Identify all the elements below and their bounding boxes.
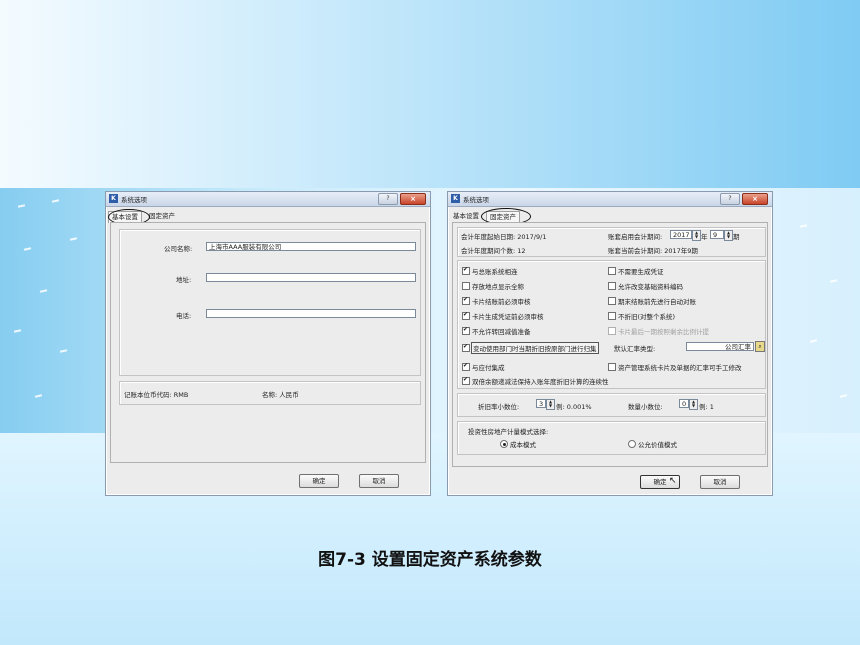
currency-name-label: 名称: 人民币: [262, 391, 299, 399]
checkbox-double-declining[interactable]: [462, 377, 470, 385]
phone-input[interactable]: [206, 309, 416, 318]
option-label: 期末结账前先进行自动对账: [618, 298, 696, 306]
left-titlebar: K 系统选项 ? ×: [106, 192, 430, 207]
checkbox-location-fullname[interactable]: [462, 282, 470, 290]
radio-fair-value-mode[interactable]: [628, 440, 636, 448]
cancel-button[interactable]: 取消: [359, 474, 399, 488]
year-unit: 年: [701, 233, 708, 241]
qty-example: 例: 1: [699, 403, 714, 411]
option-label: 允许改变基础资料编码: [618, 283, 683, 291]
company-name-label: 公司名称:: [164, 245, 193, 253]
company-info-group: 公司名称: 上海市AAA服装有限公司 地址: 电话:: [119, 229, 421, 376]
company-name-input[interactable]: 上海市AAA服装有限公司: [206, 242, 416, 251]
help-button[interactable]: ?: [720, 193, 740, 205]
option-label: 不折旧(对整个系统): [618, 313, 676, 321]
option-label: 与总账系统相连: [472, 268, 518, 276]
option-label: 不允许转回减值准备: [472, 328, 531, 336]
close-button[interactable]: ×: [400, 193, 426, 205]
checkbox-no-voucher[interactable]: [608, 267, 616, 275]
ok-button[interactable]: 确定: [299, 474, 339, 488]
checkbox-allow-code-change[interactable]: [608, 282, 616, 290]
tab-basic-settings[interactable]: 基本设置: [450, 211, 482, 222]
period-count-label: 会计年度期间个数: 12: [461, 247, 526, 255]
decimals-group: 折旧率小数位: 3 ▲ ▼ 例: 0.001% 数量小数位: 0 ▲ ▼ 例: 1: [457, 393, 766, 417]
address-input[interactable]: [206, 273, 416, 282]
option-label: 不需要生成凭证: [618, 268, 664, 276]
invest-mode-label: 投资性房地产计量模式选择:: [468, 428, 549, 436]
close-button[interactable]: ×: [742, 193, 768, 205]
rate-type-label: 默认汇率类型:: [614, 345, 656, 353]
fy-start-label: 会计年度起始日期: 2017/9/1: [461, 233, 547, 241]
right-titlebar: K 系统选项 ? ×: [448, 192, 772, 207]
rate-type-input[interactable]: 公司汇率: [686, 342, 754, 351]
checkbox-last-period-ratio: [608, 327, 616, 335]
radio-cost-label: 成本模式: [510, 441, 536, 449]
checkbox-gl-link[interactable]: [462, 267, 470, 275]
dep-decimal-input[interactable]: 3: [536, 399, 546, 408]
right-tab-panel: 会计年度起始日期: 2017/9/1 会计年度期间个数: 12 账套启用会计期间…: [452, 222, 768, 467]
left-tab-panel: 公司名称: 上海市AAA服装有限公司 地址: 电话: 记账本位币代码: RMB …: [110, 222, 426, 463]
qty-decimal-label: 数量小数位:: [628, 403, 663, 411]
radio-cost-mode[interactable]: [500, 440, 508, 448]
tab-fixed-assets[interactable]: 固定资产: [146, 211, 178, 222]
month-spin-icon[interactable]: ▲ ▼: [724, 230, 733, 241]
checkbox-no-reversal[interactable]: [462, 327, 470, 335]
investment-group: 投资性房地产计量模式选择: 成本模式 公允价值模式: [457, 421, 766, 455]
address-label: 地址:: [176, 276, 192, 284]
option-label: 卡片最后一期按照剩余比例计提: [618, 328, 709, 336]
checkbox-manual-rate[interactable]: [608, 363, 616, 371]
app-logo-icon: K: [109, 194, 118, 203]
currency-code-label: 记账本位币代码: RMB: [124, 391, 189, 399]
cancel-button[interactable]: 取消: [700, 475, 740, 489]
current-period-label: 账套当前会计期间: 2017年9期: [608, 247, 698, 255]
dep-decimal-spin-icon[interactable]: ▲ ▼: [546, 399, 555, 410]
figure-caption: 图7-3 设置固定资产系统参数: [318, 550, 542, 570]
left-window-title: 系统选项: [121, 196, 147, 204]
slide-background-top: [0, 0, 860, 188]
checkbox-no-depreciation[interactable]: [608, 312, 616, 320]
right-options-window: K 系统选项 ? × 基本设置 固定资产 会计年度起始日期: 2017/9/1 …: [447, 191, 773, 496]
mouse-cursor-icon: ↖: [669, 476, 677, 486]
help-button[interactable]: ?: [378, 193, 398, 205]
year-spin-icon[interactable]: ▲ ▼: [692, 230, 701, 241]
checkbox-card-audit-before-close[interactable]: [462, 297, 470, 305]
period-group: 会计年度起始日期: 2017/9/1 会计年度期间个数: 12 账套启用会计期间…: [457, 227, 766, 257]
app-logo-icon: K: [451, 194, 460, 203]
left-options-window: K 系统选项 ? × 基本设置 固定资产 公司名称: 上海市AAA服装有限公司 …: [105, 191, 431, 496]
checkbox-auto-reconcile[interactable]: [608, 297, 616, 305]
qty-decimal-input[interactable]: 0: [679, 399, 689, 408]
currency-group: 记账本位币代码: RMB 名称: 人民币: [119, 381, 421, 405]
right-window-title: 系统选项: [463, 196, 489, 204]
option-label: 变动使用部门时当期折旧按原部门进行归集: [471, 342, 599, 354]
dep-decimal-label: 折旧率小数位:: [478, 403, 520, 411]
year-input[interactable]: 2017: [670, 230, 692, 239]
option-label: 卡片结账前必须审核: [472, 298, 531, 306]
option-label: 双倍余额递减法保持入账年度折旧计算的连续性: [472, 378, 609, 386]
options-group: 与总账系统相连 存放地点显示全称 卡片结账前必须审核 卡片生成凭证前必须审核 不…: [457, 260, 766, 389]
option-label: 卡片生成凭证前必须审核: [472, 313, 544, 321]
lookup-icon[interactable]: ⌕: [755, 341, 765, 352]
option-label: 存放地点显示全称: [472, 283, 524, 291]
radio-fair-label: 公允价值模式: [638, 441, 677, 449]
enable-period-label: 账套启用会计期间:: [608, 233, 663, 241]
month-input[interactable]: 9: [710, 230, 724, 239]
checkbox-dept-change[interactable]: [462, 344, 470, 352]
qty-decimal-spin-icon[interactable]: ▲ ▼: [689, 399, 698, 410]
checkbox-ap-link[interactable]: [462, 363, 470, 371]
checkbox-card-audit-before-voucher[interactable]: [462, 312, 470, 320]
option-label: 资产管理系统卡片及单据的汇率可手工修改: [618, 364, 742, 372]
month-unit: 期: [733, 233, 740, 241]
dep-example: 例: 0.001%: [556, 403, 592, 411]
phone-label: 电话:: [176, 312, 192, 320]
option-label: 与应付集成: [472, 364, 505, 372]
